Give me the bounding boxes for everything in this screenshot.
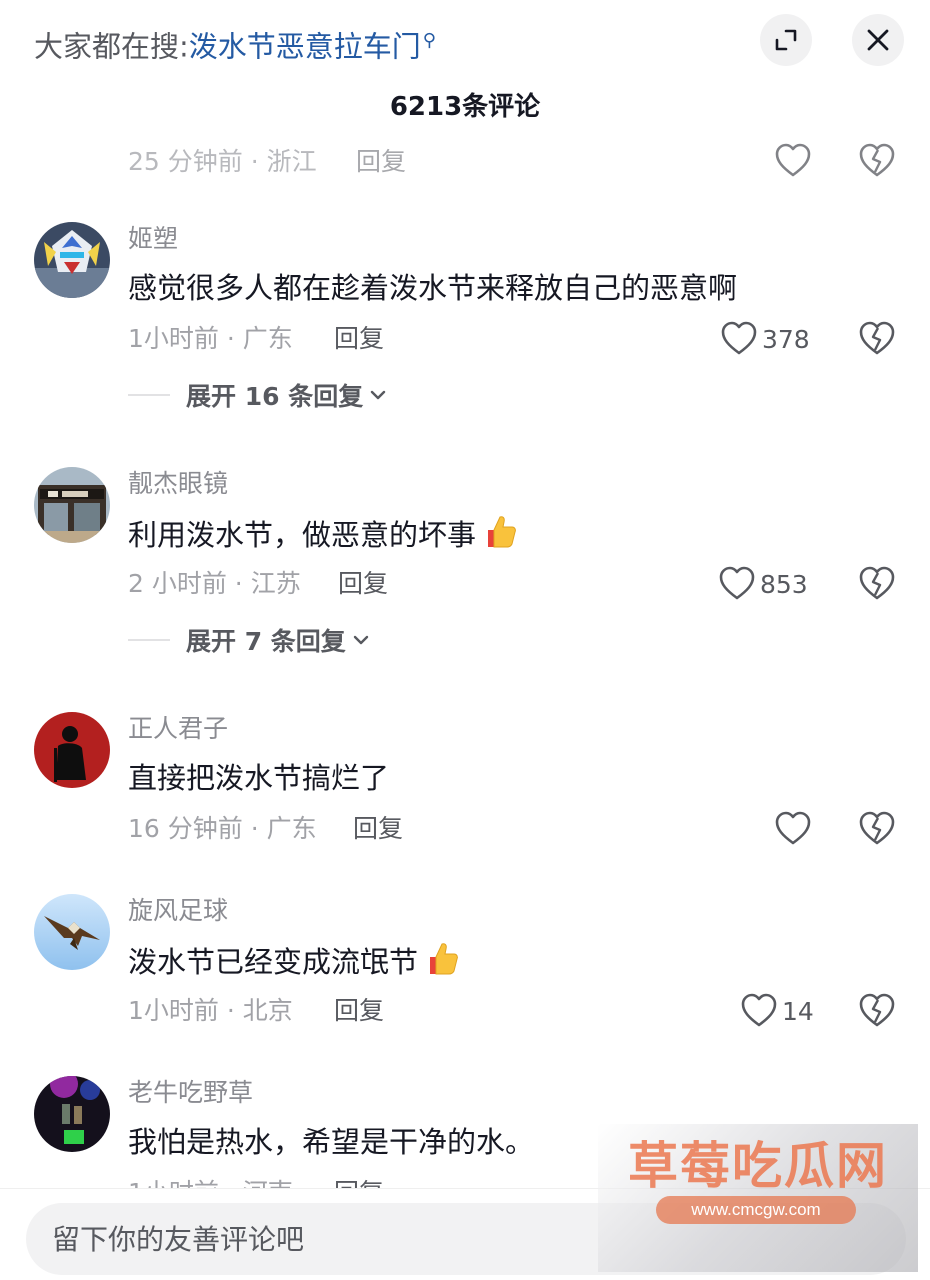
heart-icon	[775, 811, 811, 845]
search-icon: ⚲	[422, 30, 436, 51]
watermark-url: www.cmcgw.com	[656, 1196, 856, 1224]
comment-meta: 16 分钟前 · 广东	[128, 814, 317, 843]
like-button[interactable]: 853	[718, 565, 808, 603]
reply-button[interactable]: 回复	[334, 1176, 384, 1188]
close-icon	[867, 29, 889, 51]
thumbs-up-emoji-icon	[430, 943, 458, 975]
username[interactable]: 旋风足球	[128, 894, 228, 928]
search-suggestion-term[interactable]: 泼水节恶意拉车门	[189, 30, 421, 64]
broken-heart-icon[interactable]	[858, 142, 896, 180]
expand-replies-button[interactable]: 展开 16 条回复	[128, 378, 387, 412]
broken-heart-icon[interactable]	[858, 810, 896, 848]
comment-meta: 1小时前 · 北京	[128, 996, 293, 1025]
heart-icon[interactable]	[774, 142, 812, 180]
avatar[interactable]	[34, 222, 110, 298]
divider	[128, 639, 170, 641]
expand-replies-label: 展开 16 条回复	[186, 382, 364, 411]
search-suggestion-prefix: 大家都在搜:	[34, 29, 189, 64]
username[interactable]: 姬塑	[128, 222, 178, 256]
username[interactable]: 正人君子	[128, 712, 228, 746]
top-bar: 大家都在搜:泼水节恶意拉车门 ⚲	[0, 0, 930, 80]
reply-button[interactable]: 回复	[356, 142, 406, 178]
divider	[128, 394, 170, 396]
search-suggestion[interactable]: 大家都在搜:泼水节恶意拉车门 ⚲	[34, 22, 436, 66]
chevron-down-icon	[353, 635, 369, 645]
username[interactable]: 靓杰眼镜	[128, 467, 228, 501]
expand-replies-label: 展开 7 条回复	[186, 627, 346, 656]
comment-meta: 1小时前 · 广东	[128, 324, 293, 353]
comment-text: 我怕是热水，希望是干净的水。	[128, 1125, 535, 1159]
comment-meta: 25 分钟前 · 浙江	[128, 147, 317, 176]
username[interactable]: 老牛吃野草	[128, 1076, 253, 1110]
close-button[interactable]	[852, 14, 904, 66]
watermark: 草莓吃瓜网 www.cmcgw.com	[598, 1124, 918, 1272]
comment-text: 感觉很多人都在趁着泼水节来释放自己的恶意啊	[128, 271, 738, 305]
like-count: 14	[782, 996, 814, 1026]
comment-text: 泼水节已经变成流氓节	[128, 940, 460, 982]
like-button[interactable]: 378	[720, 320, 810, 358]
expand-icon	[775, 29, 797, 51]
heart-icon	[741, 993, 777, 1027]
broken-heart-icon[interactable]	[858, 992, 896, 1030]
like-count: 378	[762, 324, 810, 354]
expand-button[interactable]	[760, 14, 812, 66]
reply-button[interactable]: 回复	[353, 812, 403, 846]
comment-list[interactable]: 25 分钟前 · 浙江 回复 姬塑 感觉很多人都在趁着泼水节来释放自己的恶意啊 …	[0, 128, 930, 1188]
comment-input[interactable]	[52, 1203, 612, 1275]
broken-heart-icon[interactable]	[858, 565, 896, 603]
reply-button[interactable]: 回复	[334, 322, 384, 356]
like-count: 853	[760, 569, 808, 599]
expand-replies-button[interactable]: 展开 7 条回复	[128, 623, 370, 657]
thumbs-up-emoji-icon	[488, 516, 516, 548]
reply-button[interactable]: 回复	[338, 567, 388, 601]
like-button[interactable]: 14	[740, 992, 814, 1030]
cutoff-comment-meta: 25 分钟前 · 浙江 回复	[0, 140, 930, 180]
watermark-title: 草莓吃瓜网	[628, 1136, 888, 1195]
comment-meta: 1小时前 · 河南	[128, 1176, 293, 1188]
avatar[interactable]	[34, 894, 110, 970]
broken-heart-icon[interactable]	[858, 320, 896, 358]
heart-icon	[719, 566, 755, 600]
comment-text-content: 泼水节已经变成流氓节	[128, 945, 419, 979]
comment-count-title: 6213条评论	[389, 92, 541, 122]
like-button[interactable]	[774, 810, 816, 848]
chevron-down-icon	[371, 390, 386, 400]
comment-text: 直接把泼水节搞烂了	[128, 761, 390, 795]
avatar[interactable]	[34, 712, 110, 788]
comment-text-content: 利用泼水节，做恶意的坏事	[128, 518, 477, 552]
avatar[interactable]	[34, 467, 110, 543]
avatar[interactable]	[34, 1076, 110, 1152]
comment-text: 利用泼水节，做恶意的坏事	[128, 513, 518, 555]
reply-button[interactable]: 回复	[334, 994, 384, 1028]
comment-meta: 2 小时前 · 江苏	[128, 569, 301, 598]
heart-icon	[721, 321, 757, 355]
